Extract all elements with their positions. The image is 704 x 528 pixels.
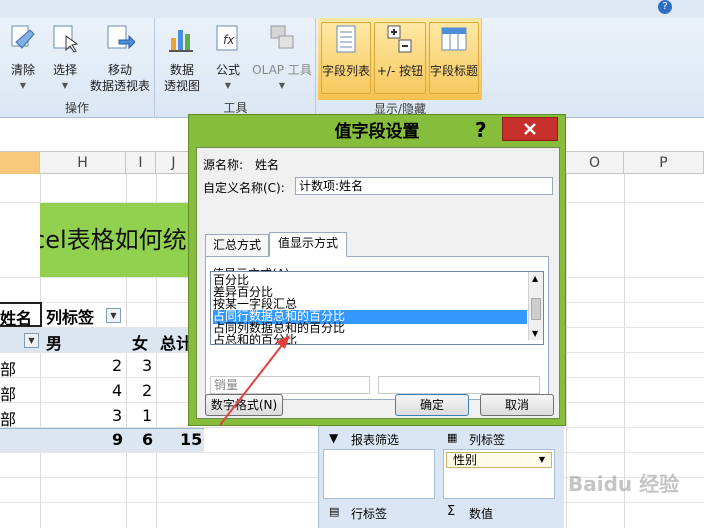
group-actions: 清除 ▼ 选择 ▼ 移动 数据透视表 操作 — [0, 18, 155, 118]
tab-summarize-by[interactable]: 汇总方式 — [205, 234, 269, 256]
options-scrollbar[interactable]: ▲ ▼ — [528, 272, 543, 340]
olap-tools-button[interactable]: OLAP 工具 ▼ — [250, 22, 314, 94]
filter-icon: ▼ — [329, 431, 339, 445]
svg-text:fx: fx — [223, 33, 235, 47]
report-filter-area[interactable] — [323, 449, 435, 499]
base-item-list[interactable] — [378, 376, 540, 394]
custom-name-label: 自定义名称(C): — [203, 181, 285, 195]
column-labels-filter-dropdown[interactable]: ▼ — [106, 308, 121, 323]
annotation-arrow — [219, 335, 290, 426]
column-labels-icon: ▦ — [447, 431, 458, 444]
pivot-chart-icon — [169, 30, 193, 52]
gender-field-item[interactable]: 性别 ▼ — [446, 452, 552, 468]
select-icon — [53, 25, 79, 53]
ribbon-top-strip: ? — [0, 0, 704, 18]
scrollbar-thumb[interactable] — [531, 298, 541, 320]
field-list-button[interactable]: 字段列表 — [321, 22, 371, 94]
column-header-i[interactable]: I — [126, 152, 156, 174]
row-label: 部 — [0, 360, 17, 379]
female-value: 3 — [142, 356, 153, 375]
column-header-p[interactable]: P — [624, 152, 704, 174]
values-sigma-icon: Σ — [447, 504, 456, 519]
pivot-field-list-pane: ▼ 报表筛选 ▦ 列标签 性别 ▼ ▤ 行标签 Σ 数值 — [318, 425, 564, 528]
row-labels-filter-dropdown[interactable]: ▼ — [24, 333, 39, 348]
male-column-header: 男 — [46, 334, 63, 353]
plus-minus-icon — [387, 25, 412, 53]
formula-icon: fx — [216, 25, 238, 51]
sheet-title-cell[interactable]: cel表格如何统 — [40, 203, 192, 277]
column-labels-area-label: 列标签 — [469, 433, 506, 447]
female-column-header: 女 — [132, 334, 149, 353]
row-label: 部 — [0, 385, 17, 404]
olap-icon — [270, 25, 294, 49]
select-button[interactable]: 选择 ▼ — [46, 22, 84, 94]
group-show-hide: 字段列表 +/- 按钮 字段标题 — [318, 18, 482, 100]
dialog-close-button[interactable] — [502, 117, 558, 141]
column-header-g[interactable] — [0, 152, 40, 174]
clear-button[interactable]: 清除 ▼ — [4, 22, 42, 94]
female-value: 2 — [142, 381, 153, 400]
move-pivot-icon — [107, 25, 136, 50]
column-header-h[interactable]: H — [40, 152, 126, 174]
grand-total-row — [0, 428, 204, 452]
close-icon — [524, 123, 536, 135]
row-labels-area-label: 行标签 — [351, 507, 388, 521]
dialog-help-button[interactable]: ? — [475, 118, 487, 142]
male-value: 2 — [112, 356, 123, 375]
move-pivot-button[interactable]: 移动 数据透视表 — [88, 22, 152, 94]
field-list-icon — [336, 25, 356, 53]
group-label-actions: 操作 — [64, 101, 89, 115]
row-labels-icon: ▤ — [329, 505, 340, 518]
formula-button[interactable]: fx 公式 ▼ — [208, 22, 248, 94]
field-headers-button[interactable]: 字段标题 — [429, 22, 479, 94]
scroll-down-icon[interactable]: ▼ — [532, 329, 538, 338]
help-icon[interactable]: ? — [658, 0, 672, 14]
row-label: 部 — [0, 410, 17, 429]
ok-button[interactable]: 确定 — [395, 394, 469, 416]
column-labels-area[interactable]: 性别 ▼ — [443, 449, 555, 499]
column-labels-header: 列标签 — [46, 308, 95, 327]
tab-show-values-as[interactable]: 值显示方式 — [269, 232, 347, 257]
pivot-chart-button[interactable]: 数据 透视图 — [160, 22, 204, 94]
source-name-value: 姓名 — [255, 158, 280, 172]
values-area-label: 数值 — [469, 507, 494, 521]
grand-total-value: 15 — [180, 430, 203, 449]
pivot-name-cell[interactable]: 姓名 — [0, 302, 42, 328]
expand-collapse-button[interactable]: +/- 按钮 — [374, 22, 426, 94]
watermark-logo: Baidu 经验 — [568, 472, 680, 496]
scroll-up-icon[interactable]: ▲ — [532, 274, 538, 283]
total-female-value: 6 — [142, 430, 154, 449]
male-value: 4 — [112, 381, 123, 400]
custom-name-input[interactable]: 计数项:姓名 — [295, 177, 553, 195]
female-value: 1 — [142, 406, 153, 425]
total-male-value: 9 — [112, 430, 124, 449]
clear-icon — [11, 25, 35, 49]
column-header-o[interactable]: O — [566, 152, 624, 174]
report-filter-label: 报表筛选 — [351, 433, 400, 447]
group-tools: 数据 透视图 fx 公式 ▼ OLAP 工具 ▼ 工具 — [156, 18, 316, 118]
male-value: 3 — [112, 406, 123, 425]
field-headers-icon — [441, 27, 467, 51]
pivot-name-label: 姓名 — [0, 309, 33, 328]
column-header-j[interactable]: J — [156, 152, 192, 174]
source-name-label: 源名称: — [203, 158, 244, 172]
cancel-button[interactable]: 取消 — [480, 394, 554, 416]
